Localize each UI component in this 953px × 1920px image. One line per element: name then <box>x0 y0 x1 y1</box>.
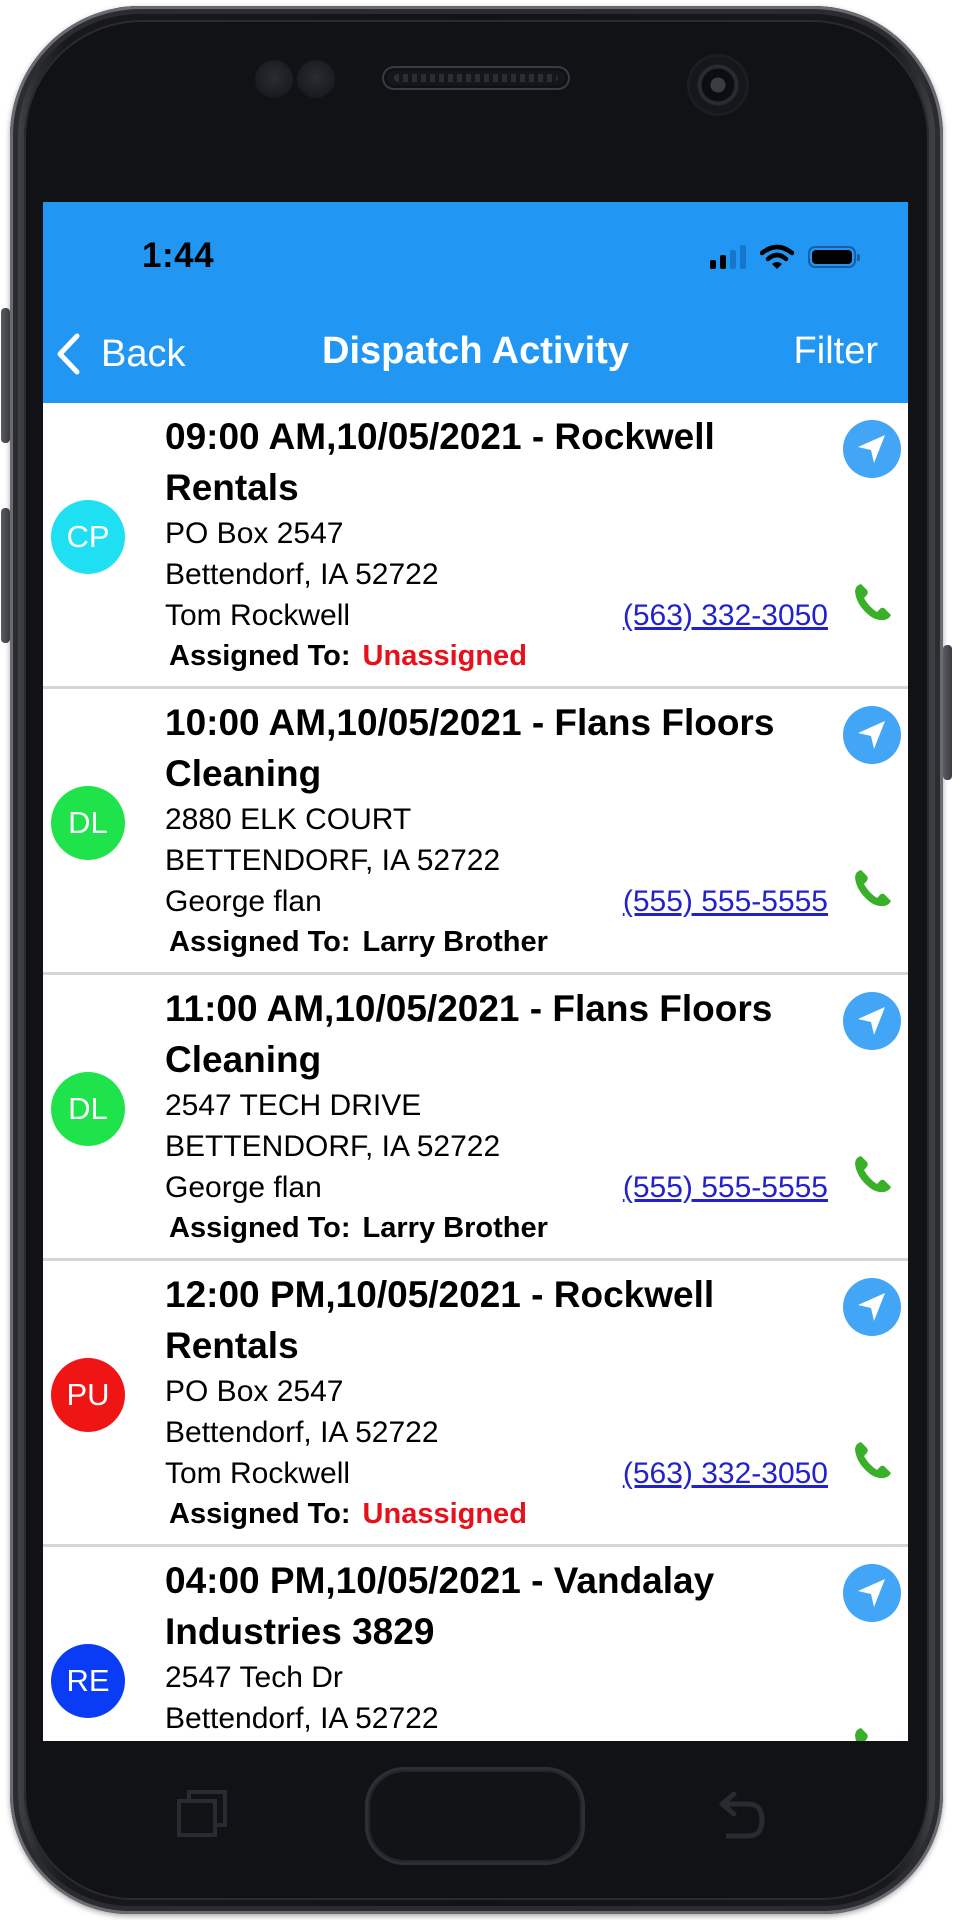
phone-number-link[interactable]: (563) 332-3050 <box>623 1453 828 1494</box>
navigate-button[interactable] <box>843 992 901 1050</box>
activity-details: 12:00 PM,10/05/2021 - Rockwell Rentals P… <box>165 1269 828 1534</box>
contact-row: Tom Rockwell (563) 332-3050 <box>165 1453 828 1494</box>
navigate-button[interactable] <box>843 420 901 478</box>
assigned-value: Unassigned <box>362 1498 527 1530</box>
status-time: 1:44 <box>142 236 215 275</box>
activity-title: 04:00 PM,10/05/2021 - Vandalay Industrie… <box>165 1560 715 1652</box>
home-button <box>368 1770 582 1862</box>
filter-button[interactable]: Filter <box>794 330 878 373</box>
navigate-button[interactable] <box>843 706 901 764</box>
activity-item[interactable]: DL 10:00 AM,10/05/2021 - Flans Floors Cl… <box>43 689 908 975</box>
assigned-row: Assigned To: Unassigned <box>165 636 828 676</box>
avatar: RE <box>51 1644 125 1718</box>
avatar-initials: DL <box>68 805 108 840</box>
address-line-2: Bettendorf, IA 52722 <box>165 558 439 591</box>
phone-call-icon[interactable] <box>852 1439 894 1481</box>
phone-call-icon[interactable] <box>852 867 894 909</box>
activity-title: 12:00 PM,10/05/2021 - Rockwell Rentals <box>165 1274 715 1366</box>
assigned-label: Assigned To: <box>169 926 351 958</box>
page-title: Dispatch Activity <box>322 330 629 372</box>
assigned-row: Assigned To: Larry Brother <box>165 922 828 962</box>
phone-call-icon[interactable] <box>852 581 894 623</box>
contact-name: George flan <box>165 1171 322 1204</box>
avatar: CP <box>51 500 125 574</box>
assigned-row <box>165 1739 828 1741</box>
navigation-arrow-icon <box>858 721 885 749</box>
address-line-2: Bettendorf, IA 52722 <box>165 1416 439 1449</box>
activity-details: 11:00 AM,10/05/2021 - Flans Floors Clean… <box>165 983 828 1248</box>
phone-number-link[interactable]: (555) 555-5555 <box>623 881 828 922</box>
front-camera <box>690 57 746 113</box>
header: 1:44 Back Dispatch Activity Filter <box>43 202 908 403</box>
assigned-label: Assigned To: <box>169 1212 351 1244</box>
contact-row: George flan (555) 555-5555 <box>165 1167 828 1208</box>
address-line-2: Bettendorf, IA 52722 <box>165 1702 439 1735</box>
activity-title: 11:00 AM,10/05/2021 - Flans Floors Clean… <box>165 988 773 1080</box>
assigned-value: Larry Brother <box>362 926 548 958</box>
phone-call-icon[interactable] <box>852 1725 894 1741</box>
activity-item[interactable]: PU 12:00 PM,10/05/2021 - Rockwell Rental… <box>43 1261 908 1547</box>
battery-icon <box>808 246 860 268</box>
avatar: PU <box>51 1358 125 1432</box>
address-line-2: BETTENDORF, IA 52722 <box>165 1130 501 1163</box>
signal-icon <box>710 245 746 269</box>
address-line-1: PO Box 2547 <box>165 1375 344 1408</box>
contact-row: George flan (555) 555-5555 <box>165 881 828 922</box>
navigation-arrow-icon <box>858 435 885 463</box>
assigned-row: Assigned To: Larry Brother <box>165 1208 828 1248</box>
back-key-icon <box>719 1791 765 1839</box>
activity-item[interactable]: DL 11:00 AM,10/05/2021 - Flans Floors Cl… <box>43 975 908 1261</box>
wifi-icon <box>760 244 794 269</box>
status-icons <box>710 242 860 272</box>
phone-number-link[interactable]: (563) 332-3050 <box>623 595 828 636</box>
navigation-arrow-icon <box>858 1293 885 1321</box>
volume-up-button <box>1 308 10 443</box>
phone-number-link[interactable]: (555) 555-5555 <box>623 1167 828 1208</box>
address-line-1: 2880 ELK COURT <box>165 803 412 836</box>
avatar-initials: PU <box>66 1377 110 1412</box>
activity-item[interactable]: CP 09:00 AM,10/05/2021 - Rockwell Rental… <box>43 403 908 689</box>
activity-list[interactable]: CP 09:00 AM,10/05/2021 - Rockwell Rental… <box>43 403 908 1741</box>
navigate-button[interactable] <box>843 1564 901 1622</box>
avatar-initials: RE <box>66 1663 110 1698</box>
avatar-initials: DL <box>68 1091 108 1126</box>
activity-title: 10:00 AM,10/05/2021 - Flans Floors Clean… <box>165 702 775 794</box>
power-button <box>943 645 952 780</box>
activity-title: 09:00 AM,10/05/2021 - Rockwell Rentals <box>165 416 715 508</box>
recent-apps-icon <box>177 1790 227 1837</box>
assigned-value: Larry Brother <box>362 1212 548 1244</box>
phone-call-icon[interactable] <box>852 1153 894 1195</box>
activity-details: 09:00 AM,10/05/2021 - Rockwell Rentals P… <box>165 411 828 676</box>
assigned-label: Assigned To: <box>169 640 351 672</box>
activity-item[interactable]: RE 04:00 PM,10/05/2021 - Vandalay Indust… <box>43 1547 908 1741</box>
avatar-initials: CP <box>66 519 110 554</box>
activity-details: 10:00 AM,10/05/2021 - Flans Floors Clean… <box>165 697 828 962</box>
address-line-2: BETTENDORF, IA 52722 <box>165 844 501 877</box>
contact-name: George flan <box>165 885 322 918</box>
avatar: DL <box>51 1072 125 1146</box>
app-screen: 1:44 Back Dispatch Activity Filter CP 09… <box>43 202 908 1741</box>
address-line-1: 2547 Tech Dr <box>165 1661 343 1694</box>
assigned-value: Unassigned <box>362 640 527 672</box>
avatar: DL <box>51 786 125 860</box>
navigation-arrow-icon <box>858 1579 885 1607</box>
address-line-1: 2547 TECH DRIVE <box>165 1089 422 1122</box>
activity-details: 04:00 PM,10/05/2021 - Vandalay Industrie… <box>165 1555 828 1741</box>
contact-name: Tom Rockwell <box>165 599 351 632</box>
contact-row: Tom Rockwell (563) 332-3050 <box>165 595 828 636</box>
contact-name: Tom Rockwell <box>165 1457 351 1490</box>
assigned-label: Assigned To: <box>169 1498 351 1530</box>
navigate-button[interactable] <box>843 1278 901 1336</box>
earpiece-speaker <box>382 66 570 90</box>
address-line-1: PO Box 2547 <box>165 517 344 550</box>
volume-down-button <box>1 508 10 643</box>
navigation-arrow-icon <box>858 1007 885 1035</box>
assigned-row: Assigned To: Unassigned <box>165 1494 828 1534</box>
